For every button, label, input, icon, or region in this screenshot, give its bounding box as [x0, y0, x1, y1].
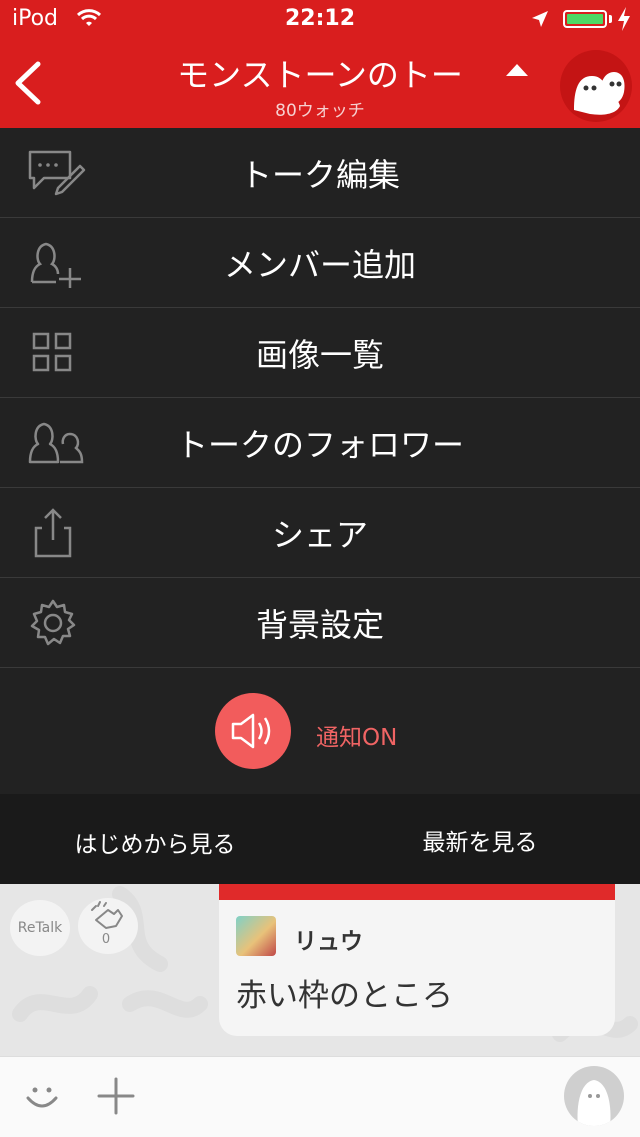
notification-toggle[interactable] — [215, 693, 291, 769]
message-author-avatar[interactable] — [236, 916, 276, 956]
retalk-button[interactable]: ReTalk — [10, 900, 70, 956]
menu-item-followers[interactable]: トークのフォロワー — [0, 398, 640, 488]
clap-hands-icon — [91, 901, 123, 929]
ghost-mascot-icon — [574, 72, 625, 115]
emoji-icon[interactable] — [22, 1076, 62, 1116]
location-arrow-icon — [532, 11, 548, 27]
message-red-border — [219, 884, 615, 900]
collapse-menu-icon[interactable] — [506, 64, 528, 76]
default-user-icon — [577, 1080, 611, 1126]
menu-item-label: トークのフォロワー — [175, 426, 464, 464]
battery-icon — [563, 10, 607, 28]
battery-tip — [609, 15, 612, 23]
menu-item-image-list[interactable]: 画像一覧 — [0, 308, 640, 398]
clap-count: 0 — [101, 932, 111, 947]
menu-item-label: シェア — [271, 516, 368, 554]
status-bar: iPod 22:12 — [0, 0, 640, 40]
message-text: 赤い枠のところ — [236, 978, 453, 1014]
menu-item-share[interactable]: シェア — [0, 488, 640, 578]
plus-icon[interactable] — [96, 1076, 136, 1116]
menu-item-add-member[interactable]: メンバー追加 — [0, 218, 640, 308]
speaker-icon — [231, 713, 271, 749]
view-latest-button[interactable]: 最新を見る — [320, 823, 640, 857]
view-from-start-button[interactable]: はじめから見る — [0, 825, 310, 859]
menu-item-label: メンバー追加 — [223, 246, 416, 284]
menu-item-edit-talk[interactable]: トーク編集 — [0, 128, 640, 218]
message-author-name[interactable]: リュウ — [294, 922, 363, 956]
talk-menu: トーク編集 メンバー追加 画像一覧 トークのフォロワー シェア 背景設定 — [0, 128, 640, 668]
battery-level — [567, 14, 603, 24]
notification-label[interactable]: 通知ON — [316, 718, 397, 752]
user-avatar[interactable] — [564, 1066, 624, 1126]
menu-item-label: トーク編集 — [239, 156, 400, 194]
menu-item-background-settings[interactable]: 背景設定 — [0, 578, 640, 668]
topic-avatar[interactable] — [560, 50, 632, 122]
menu-item-label: 背景設定 — [255, 606, 384, 644]
back-icon[interactable] — [12, 60, 42, 106]
charging-bolt-icon — [618, 7, 630, 31]
topic-title[interactable]: モンストーンのトー — [140, 50, 500, 96]
menu-item-label: 画像一覧 — [255, 336, 384, 374]
watch-count: 80ウォッチ — [275, 101, 365, 121]
